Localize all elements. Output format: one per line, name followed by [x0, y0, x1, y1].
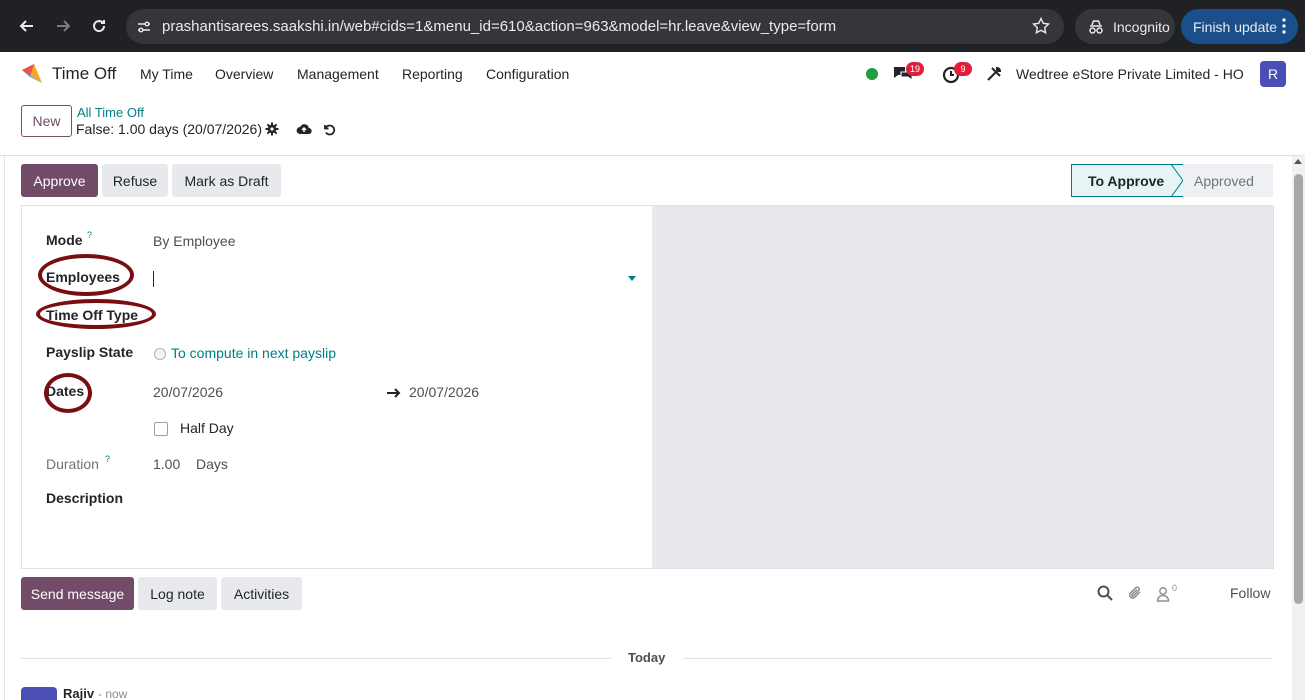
- date-separator-today: Today: [628, 650, 666, 665]
- employees-input[interactable]: [152, 270, 642, 288]
- finish-update-button[interactable]: Finish update: [1181, 9, 1298, 44]
- forward-icon[interactable]: [50, 13, 76, 39]
- debug-tools-icon[interactable]: [986, 66, 1002, 82]
- mode-label: Mode: [46, 232, 83, 248]
- gear-icon[interactable]: [265, 122, 279, 136]
- breadcrumb-current-record: False: 1.00 days (20/07/2026): [76, 121, 263, 137]
- menu-overview[interactable]: Overview: [215, 66, 273, 82]
- duration-label: Duration: [46, 456, 99, 472]
- date-from-input[interactable]: 20/07/2026: [153, 384, 223, 400]
- followers-count: 0: [1172, 583, 1178, 593]
- payslip-state-label: Payslip State: [46, 344, 134, 360]
- approve-button[interactable]: Approve: [21, 164, 98, 197]
- incognito-label: Incognito: [1113, 18, 1170, 35]
- browser-toolbar: prashantisarees.saakshi.in/web#cids=1&me…: [0, 0, 1305, 52]
- duration-value[interactable]: 1.00: [153, 456, 180, 472]
- site-settings-icon[interactable]: [136, 19, 152, 35]
- control-panel-divider: [0, 155, 1305, 156]
- search-icon[interactable]: [1097, 585, 1113, 601]
- paperclip-icon[interactable]: [1127, 585, 1143, 601]
- menu-configuration[interactable]: Configuration: [486, 66, 569, 82]
- payslip-state-radio[interactable]: [154, 348, 166, 360]
- menu-management[interactable]: Management: [297, 66, 379, 82]
- menu-my-time[interactable]: My Time: [140, 66, 193, 82]
- bookmark-star-icon[interactable]: [1032, 17, 1050, 35]
- mode-help-icon[interactable]: ?: [87, 230, 92, 240]
- text-cursor: [153, 271, 154, 287]
- employees-dropdown-caret-icon[interactable]: [628, 276, 636, 281]
- date-separator-line-left: [21, 658, 611, 659]
- date-to-input[interactable]: 20/07/2026: [409, 384, 479, 400]
- page-left-edge: [0, 156, 5, 700]
- description-label: Description: [46, 490, 124, 506]
- date-range-arrow-icon: [387, 388, 401, 398]
- stage-approved[interactable]: Approved: [1183, 164, 1273, 197]
- annotation-circle-dates: [44, 373, 92, 413]
- log-note-button[interactable]: Log note: [138, 577, 217, 610]
- stage-to-approve[interactable]: To Approve: [1071, 164, 1183, 197]
- finish-update-label: Finish update: [1193, 18, 1278, 35]
- form-side-panel: [652, 206, 1273, 568]
- message-time: - now: [98, 687, 128, 700]
- duration-unit: Days: [196, 456, 228, 472]
- annotation-circle-employees: [38, 254, 134, 296]
- message-author-avatar[interactable]: [21, 687, 57, 700]
- payslip-state-value[interactable]: To compute in next payslip: [171, 345, 336, 361]
- breadcrumb-all-time-off[interactable]: All Time Off: [77, 105, 144, 120]
- incognito-icon: [1089, 19, 1103, 34]
- activities-button[interactable]: Activities: [221, 577, 302, 610]
- half-day-checkbox[interactable]: [154, 422, 168, 436]
- kebab-menu-icon[interactable]: [1282, 18, 1286, 34]
- company-switcher[interactable]: Wedtree eStore Private Limited - HO: [1016, 66, 1244, 82]
- time-off-app-icon[interactable]: [20, 61, 44, 85]
- refuse-button[interactable]: Refuse: [102, 164, 168, 197]
- activities-count-badge: 9: [954, 62, 972, 76]
- address-bar[interactable]: prashantisarees.saakshi.in/web#cids=1&me…: [126, 9, 1064, 44]
- new-button[interactable]: New: [21, 105, 72, 137]
- half-day-label[interactable]: Half Day: [180, 420, 234, 436]
- scroll-up-arrow-icon[interactable]: [1294, 159, 1302, 164]
- scrollbar-thumb[interactable]: [1294, 174, 1303, 604]
- duration-help-icon[interactable]: ?: [105, 454, 110, 464]
- message-author[interactable]: Rajiv: [63, 686, 94, 700]
- incognito-indicator[interactable]: Incognito: [1075, 9, 1175, 44]
- follow-button[interactable]: Follow: [1230, 585, 1270, 601]
- send-message-button[interactable]: Send message: [21, 577, 134, 610]
- followers-icon[interactable]: [1155, 586, 1171, 602]
- mode-value[interactable]: By Employee: [153, 233, 235, 249]
- user-avatar[interactable]: R: [1260, 61, 1286, 87]
- avatar-initial: R: [1267, 66, 1279, 82]
- annotation-circle-time-off-type: [36, 299, 156, 329]
- app-name[interactable]: Time Off: [52, 64, 116, 84]
- presence-status-dot: [866, 68, 878, 80]
- reload-icon[interactable]: [86, 13, 112, 39]
- back-icon[interactable]: [14, 13, 40, 39]
- menu-reporting[interactable]: Reporting: [402, 66, 463, 82]
- discard-undo-icon[interactable]: [322, 122, 336, 136]
- save-cloud-icon[interactable]: [296, 122, 312, 136]
- url-text[interactable]: prashantisarees.saakshi.in/web#cids=1&me…: [162, 18, 836, 35]
- mark-as-draft-button[interactable]: Mark as Draft: [172, 164, 281, 197]
- messages-count-badge: 19: [906, 62, 925, 76]
- date-separator-line-right: [683, 658, 1273, 659]
